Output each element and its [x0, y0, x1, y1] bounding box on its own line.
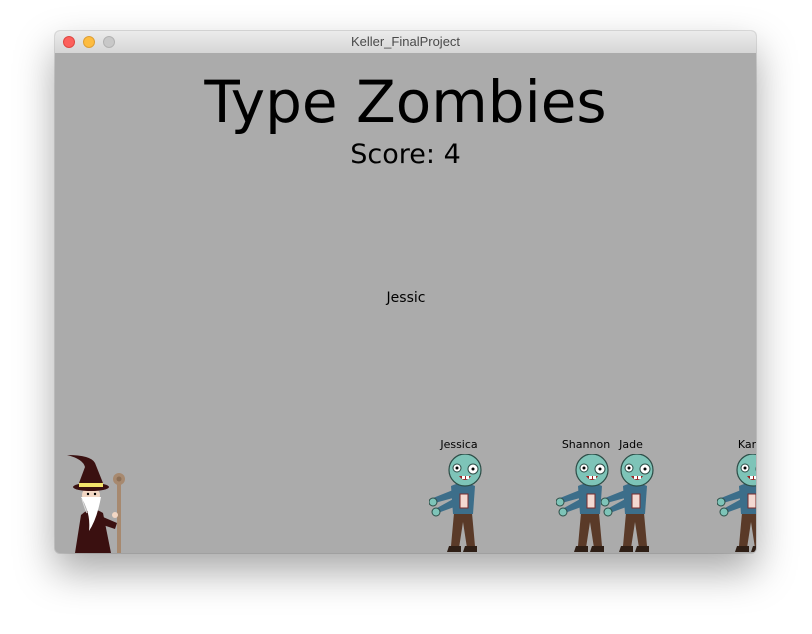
zombie-icon	[429, 454, 482, 552]
score-value: 4	[443, 139, 461, 170]
game-title: Type Zombies	[204, 68, 607, 136]
zombie-name: Kar	[737, 438, 756, 451]
zombie-name: Jessica	[440, 438, 478, 451]
zombie-icon	[601, 454, 654, 552]
zombie-icon	[717, 454, 756, 552]
score-label: Score:	[350, 139, 435, 170]
title-bar[interactable]: Keller_FinalProject	[55, 31, 756, 54]
zombie: Jessica	[429, 438, 489, 553]
game-canvas[interactable]: Type Zombies Score: 4 Jessic Jessica Sha…	[55, 53, 756, 553]
zombie: Kar	[717, 438, 756, 553]
window-title: Keller_FinalProject	[350, 34, 461, 49]
zombie: Jade	[601, 438, 661, 553]
app-window: Keller_FinalProject Type Zombies Score: …	[55, 31, 756, 553]
zombie-name: Jade	[619, 438, 643, 451]
typed-text: Jessic	[386, 290, 426, 306]
wizard-icon	[67, 455, 125, 553]
score-display: Score: 4	[55, 139, 756, 171]
